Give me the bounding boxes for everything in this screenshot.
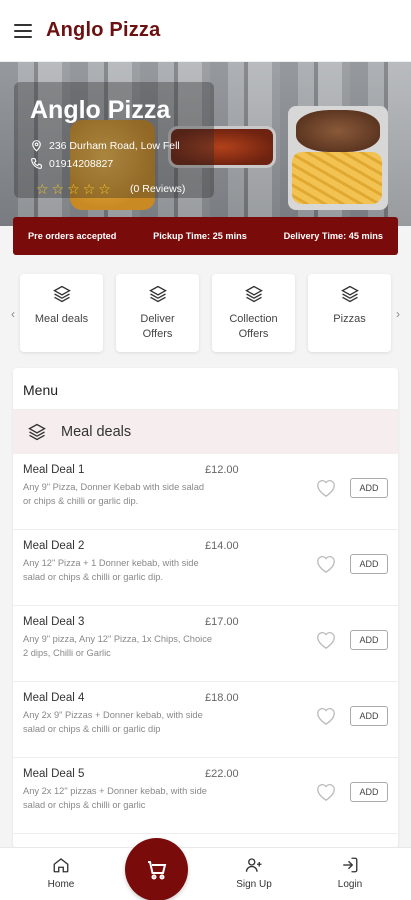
cart-icon xyxy=(147,860,166,879)
category-pizzas[interactable]: Pizzas xyxy=(308,274,391,352)
item-price: £12.00 xyxy=(205,464,239,476)
restaurant-address: 236 Durham Road, Low Fell xyxy=(30,139,180,152)
rating-stars: ☆ ☆ ☆ ☆ ☆ xyxy=(36,182,111,196)
star-icon: ☆ xyxy=(51,181,65,197)
bottom-nav: Home Sign Up Login xyxy=(0,847,411,900)
menu-item[interactable]: Meal Deal 3 Any 9" pizza, Any 12" Pizza,… xyxy=(13,606,398,682)
menu-heading: Menu xyxy=(13,368,398,410)
menu-icon[interactable] xyxy=(14,23,32,38)
add-button[interactable]: ADD xyxy=(350,630,388,650)
nav-signup[interactable]: Sign Up xyxy=(214,856,294,890)
chevron-right-icon[interactable]: › xyxy=(389,304,407,324)
app-title: Anglo Pizza xyxy=(46,19,161,41)
item-price: £18.00 xyxy=(205,692,239,704)
category-label: Collection Offers xyxy=(229,313,278,340)
category-label: Meal deals xyxy=(34,313,89,325)
section-title: Meal deals xyxy=(61,424,132,440)
item-description: Any 2x 12" pizzas + Donner kebab, with s… xyxy=(23,786,207,810)
preorder-text: Pre orders accepted xyxy=(28,231,117,241)
category-deliver-offers[interactable]: Deliver Offers xyxy=(116,274,199,352)
layers-icon xyxy=(244,285,263,303)
home-icon xyxy=(53,858,69,873)
category-collection-offers[interactable]: Collection Offers xyxy=(212,274,295,352)
menu-item[interactable]: Meal Deal 2 Any 12" Pizza + 1 Donner keb… xyxy=(13,530,398,606)
food-photo-kebab xyxy=(296,110,380,152)
add-button[interactable]: ADD xyxy=(350,782,388,802)
star-icon: ☆ xyxy=(98,181,111,197)
add-user-icon xyxy=(245,858,262,872)
item-price: £17.00 xyxy=(205,616,239,628)
login-icon xyxy=(343,857,358,873)
pickup-time: Pickup Time: 25 mins xyxy=(153,231,247,241)
address-text: 236 Durham Road, Low Fell xyxy=(49,139,180,152)
nav-label: Sign Up xyxy=(236,879,272,890)
category-label: Pizzas xyxy=(333,313,366,325)
add-button[interactable]: ADD xyxy=(350,554,388,574)
heart-icon[interactable] xyxy=(315,554,337,574)
nav-home[interactable]: Home xyxy=(21,856,101,890)
star-icon: ☆ xyxy=(36,181,49,197)
phone-text: 01914208827 xyxy=(49,157,114,170)
layers-icon xyxy=(148,285,167,303)
layers-icon xyxy=(340,285,359,303)
star-icon: ☆ xyxy=(67,181,80,197)
food-photo-chips xyxy=(292,152,382,204)
order-info-banner: Pre orders accepted Pickup Time: 25 mins… xyxy=(13,217,398,255)
star-icon: ☆ xyxy=(82,181,96,197)
menu-item[interactable]: Meal Deal 4 Any 2x 9" Pizzas + Donner ke… xyxy=(13,682,398,758)
app-bar: Anglo Pizza xyxy=(0,0,411,62)
reviews-count[interactable]: (0 Reviews) xyxy=(130,183,185,195)
menu-panel: Menu Meal deals Meal Deal 1 Any 9" Pizza… xyxy=(13,368,398,848)
category-meal-deals[interactable]: Meal deals xyxy=(20,274,103,352)
nav-label: Login xyxy=(337,879,363,890)
add-button[interactable]: ADD xyxy=(350,706,388,726)
layers-icon xyxy=(28,423,46,441)
category-carousel: ‹ Meal deals Deliver Offers Collection O… xyxy=(0,274,411,354)
nav-label: Home xyxy=(47,879,75,890)
category-label: Deliver Offers xyxy=(140,313,175,340)
heart-icon[interactable] xyxy=(315,478,337,498)
menu-item[interactable]: Meal Deal 5 Any 2x 12" pizzas + Donner k… xyxy=(13,758,398,834)
item-description: Any 9" Pizza, Donner Kebab with side sal… xyxy=(23,482,205,506)
item-price: £14.00 xyxy=(205,540,239,552)
item-price: £22.00 xyxy=(205,768,239,780)
delivery-time: Delivery Time: 45 mins xyxy=(283,231,383,241)
restaurant-hero: Anglo Pizza 236 Durham Road, Low Fell 01… xyxy=(0,62,411,226)
nav-login[interactable]: Login xyxy=(310,856,390,890)
layers-icon xyxy=(52,285,71,303)
item-description: Any 2x 9" Pizzas + Donner kebab, with si… xyxy=(23,710,203,734)
heart-icon[interactable] xyxy=(315,630,337,650)
restaurant-name: Anglo Pizza xyxy=(30,96,171,124)
heart-icon[interactable] xyxy=(315,706,337,726)
heart-icon[interactable] xyxy=(315,782,337,802)
cart-button[interactable] xyxy=(125,838,188,900)
add-button[interactable]: ADD xyxy=(350,478,388,498)
menu-item[interactable]: Meal Deal 1 Any 9" Pizza, Donner Kebab w… xyxy=(13,454,398,530)
restaurant-phone[interactable]: 01914208827 xyxy=(30,157,113,170)
item-description: Any 9" pizza, Any 12" Pizza, 1x Chips, C… xyxy=(23,634,213,658)
location-pin-icon xyxy=(32,140,41,152)
item-description: Any 12" Pizza + 1 Donner kebab, with sid… xyxy=(23,558,199,582)
phone-icon xyxy=(31,158,42,169)
section-meal-deals[interactable]: Meal deals xyxy=(13,410,398,454)
